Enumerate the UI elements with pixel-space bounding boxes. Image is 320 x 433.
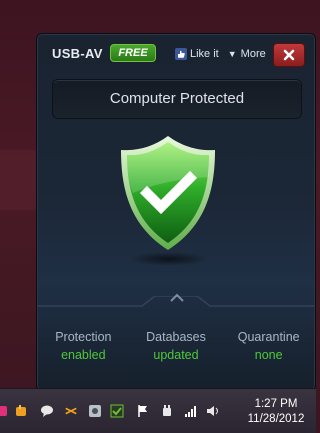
stat-value: updated bbox=[153, 348, 199, 362]
like-group: Like it ▼ More bbox=[175, 46, 266, 62]
taskbar: 1:27 PM 11/28/2012 bbox=[0, 388, 316, 433]
caret-down-icon[interactable]: ▼ bbox=[228, 49, 237, 59]
power-plug-icon[interactable] bbox=[160, 404, 174, 418]
chevron-up-icon bbox=[170, 293, 184, 302]
system-clock[interactable]: 1:27 PM 11/28/2012 bbox=[238, 397, 314, 427]
clock-time: 1:27 PM bbox=[254, 398, 298, 410]
device-tray-icon[interactable] bbox=[88, 404, 102, 418]
shield-check-icon bbox=[117, 133, 219, 253]
expand-button[interactable] bbox=[149, 284, 205, 310]
app-tray-icon[interactable] bbox=[0, 404, 12, 418]
status-panel: Computer Protected bbox=[52, 79, 302, 119]
volume-icon[interactable] bbox=[206, 404, 220, 418]
stats-row: Protection enabled Databases updated Qua… bbox=[37, 330, 315, 370]
shield-shadow bbox=[129, 252, 209, 266]
chat-bubble-icon[interactable] bbox=[40, 404, 54, 418]
facebook-like-icon[interactable] bbox=[175, 48, 187, 60]
transfer-arrows-icon[interactable] bbox=[64, 404, 78, 418]
close-icon bbox=[283, 49, 295, 61]
close-button[interactable] bbox=[273, 43, 305, 67]
like-it-link[interactable]: Like it bbox=[190, 48, 219, 60]
hand-tray-icon[interactable] bbox=[14, 404, 28, 418]
clock-date: 11/28/2012 bbox=[247, 413, 305, 425]
usb-av-tray-icon[interactable] bbox=[110, 404, 124, 418]
stat-label: Quarantine bbox=[237, 330, 300, 344]
stat-value: enabled bbox=[61, 348, 106, 362]
stat-label: Protection bbox=[55, 330, 112, 344]
action-center-flag-icon[interactable] bbox=[136, 404, 150, 418]
app-title: USB-AV bbox=[52, 46, 103, 61]
stat-value: none bbox=[254, 348, 283, 362]
stat-protection[interactable]: Protection enabled bbox=[37, 330, 130, 370]
more-link[interactable]: More bbox=[241, 48, 266, 60]
usb-av-widget: USB-AV FREE Like it ▼ More Computer Prot… bbox=[36, 33, 316, 391]
stat-databases[interactable]: Databases updated bbox=[130, 330, 223, 370]
free-badge[interactable]: FREE bbox=[110, 44, 156, 62]
stat-quarantine[interactable]: Quarantine none bbox=[222, 330, 315, 370]
titlebar: USB-AV FREE Like it ▼ More bbox=[37, 34, 315, 72]
network-signal-icon[interactable] bbox=[184, 404, 198, 418]
desktop-background bbox=[0, 150, 36, 210]
stat-label: Databases bbox=[146, 330, 206, 344]
